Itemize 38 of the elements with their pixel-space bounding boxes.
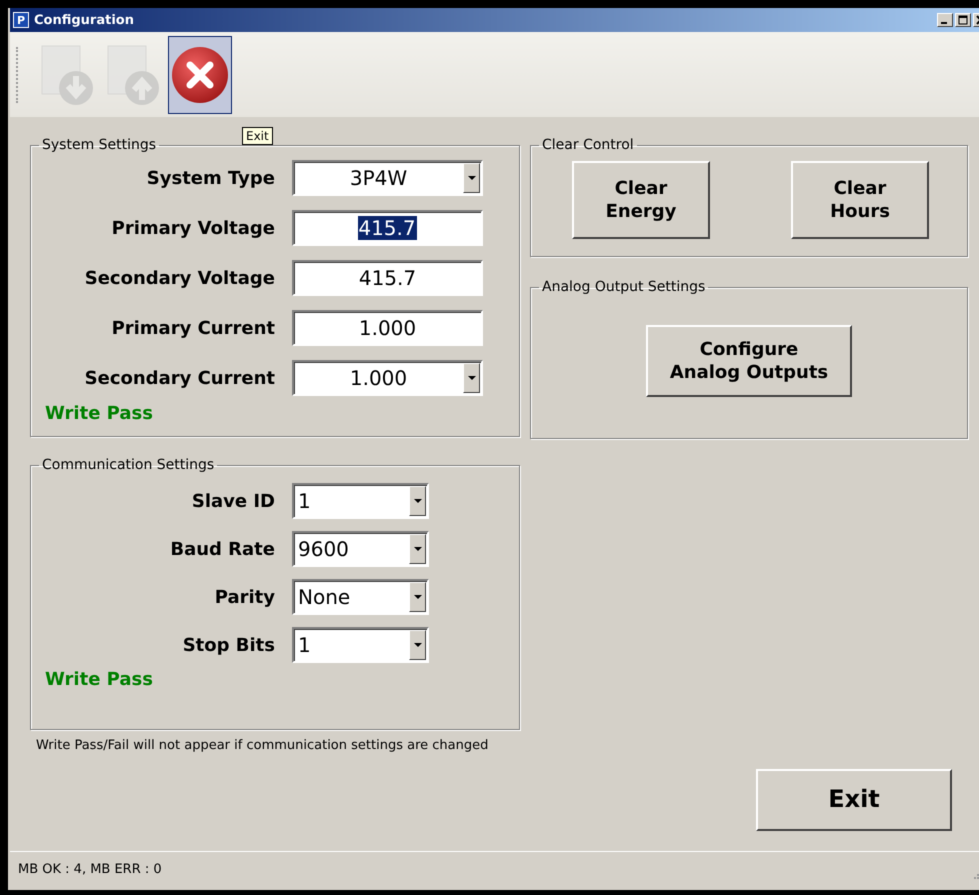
exit-button[interactable]: Exit bbox=[756, 769, 952, 831]
maximize-button[interactable] bbox=[955, 13, 971, 27]
configure-analog-outputs-button[interactable]: Configure Analog Outputs bbox=[646, 325, 852, 397]
maximize-icon[interactable] bbox=[958, 15, 968, 25]
window-title: Configuration bbox=[34, 12, 135, 28]
dropdown[interactable]: 3P4W bbox=[292, 160, 483, 196]
field-label: Stop Bits bbox=[182, 634, 275, 656]
clear-button[interactable]: Clear Energy bbox=[572, 161, 710, 239]
dropdown[interactable]: 1 bbox=[292, 627, 429, 663]
field-label: Secondary Current bbox=[84, 368, 275, 388]
write-status: Write Pass bbox=[45, 403, 153, 424]
write-status: Write Pass bbox=[45, 669, 153, 690]
group-title: Analog Output Settings bbox=[541, 279, 706, 295]
input-field[interactable]: 415.7 bbox=[292, 260, 483, 296]
field-label: Parity bbox=[214, 586, 275, 608]
field-label: Primary Current bbox=[110, 318, 275, 338]
dropdown[interactable]: 1 bbox=[292, 483, 429, 519]
dropdown[interactable]: 9600 bbox=[292, 531, 429, 567]
tooltip: Exit bbox=[242, 127, 273, 145]
note-text: Write Pass/Fail will not appear if communication settings are changed bbox=[36, 738, 490, 753]
input-field[interactable]: 415.7 bbox=[292, 210, 483, 246]
toolbar-grip bbox=[16, 46, 20, 102]
status-text: MB OK : 4, MB ERR : 0 bbox=[18, 862, 162, 876]
group-title: Clear Control bbox=[541, 137, 635, 153]
dropdown[interactable]: 1.000 bbox=[292, 360, 483, 396]
group-title: System Settings bbox=[41, 137, 158, 153]
field-label: Slave ID bbox=[190, 490, 275, 512]
dropdown[interactable]: None bbox=[292, 579, 429, 615]
minimize-button[interactable] bbox=[937, 13, 953, 27]
field-label: Baud Rate bbox=[169, 538, 275, 560]
clear-button[interactable]: Clear Hours bbox=[791, 161, 929, 239]
field-label: System Type bbox=[146, 168, 275, 188]
field-label: Secondary Voltage bbox=[84, 268, 275, 288]
group-title: Communication Settings bbox=[41, 457, 216, 473]
exit-tool-button[interactable] bbox=[168, 36, 232, 114]
field-label: Primary Voltage bbox=[110, 218, 275, 238]
app-icon: P bbox=[13, 12, 29, 28]
input-field[interactable]: 1.000 bbox=[292, 310, 483, 346]
